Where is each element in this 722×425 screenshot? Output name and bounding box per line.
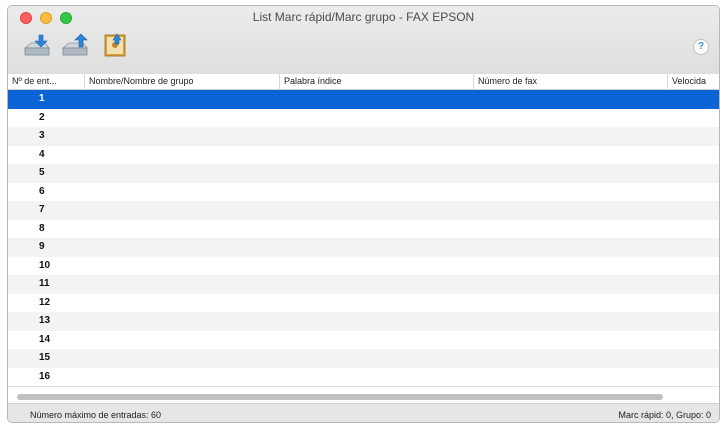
table-row[interactable]: 4 <box>8 146 719 165</box>
column-header-index-word[interactable]: Palabra índice <box>279 74 473 89</box>
table-row[interactable]: 1 <box>8 90 719 109</box>
status-bar: Número máximo de entradas: 60 Marc rápid… <box>8 403 719 422</box>
table-row[interactable]: 9 <box>8 238 719 257</box>
entry-count-text: Marc rápid: 0, Grupo: 0 <box>618 410 711 420</box>
table-row[interactable]: 7 <box>8 201 719 220</box>
column-header-speed[interactable]: Velocida <box>667 74 719 89</box>
table-row[interactable]: 5 <box>8 164 719 183</box>
table-row[interactable]: 11 <box>8 275 719 294</box>
column-header-fax-number[interactable]: Número de fax <box>473 74 667 89</box>
import-tray-icon <box>23 34 50 56</box>
title-bar: List Marc rápid/Marc grupo - FAX EPSON ? <box>8 6 719 75</box>
column-header-name[interactable]: Nombre/Nombre de grupo <box>84 74 279 89</box>
help-button[interactable]: ? <box>693 39 709 55</box>
fax-list-window: List Marc rápid/Marc grupo - FAX EPSON ?… <box>7 5 720 423</box>
window-title: List Marc rápid/Marc grupo - FAX EPSON <box>252 10 475 24</box>
table-row[interactable]: 16 <box>8 368 719 387</box>
table-row[interactable]: 6 <box>8 183 719 202</box>
export-tray-icon <box>61 33 88 56</box>
table-row[interactable]: 15 <box>8 349 719 368</box>
import-button[interactable] <box>22 32 52 58</box>
table-row[interactable]: 2 <box>8 109 719 128</box>
max-entries-text: Número máximo de entradas: 60 <box>30 410 162 420</box>
address-book-button[interactable] <box>100 32 130 58</box>
table-row[interactable]: 12 <box>8 294 719 313</box>
scrollbar-thumb[interactable] <box>17 394 663 400</box>
table-row[interactable]: 8 <box>8 220 719 239</box>
export-button[interactable] <box>60 32 90 58</box>
horizontal-scrollbar[interactable] <box>8 386 719 404</box>
column-header-entry-number[interactable]: Nº de ent... <box>8 74 84 89</box>
entry-list: 1 2 3 4 5 6 7 8 9 10 11 12 13 14 15 16 <box>8 90 719 386</box>
address-book-upload-icon <box>104 33 126 57</box>
table-row[interactable]: 13 <box>8 312 719 331</box>
table-row[interactable]: 10 <box>8 257 719 276</box>
table-row[interactable]: 14 <box>8 331 719 350</box>
table-row[interactable]: 3 <box>8 127 719 146</box>
table-header: Nº de ent... Nombre/Nombre de grupo Pala… <box>8 74 719 90</box>
